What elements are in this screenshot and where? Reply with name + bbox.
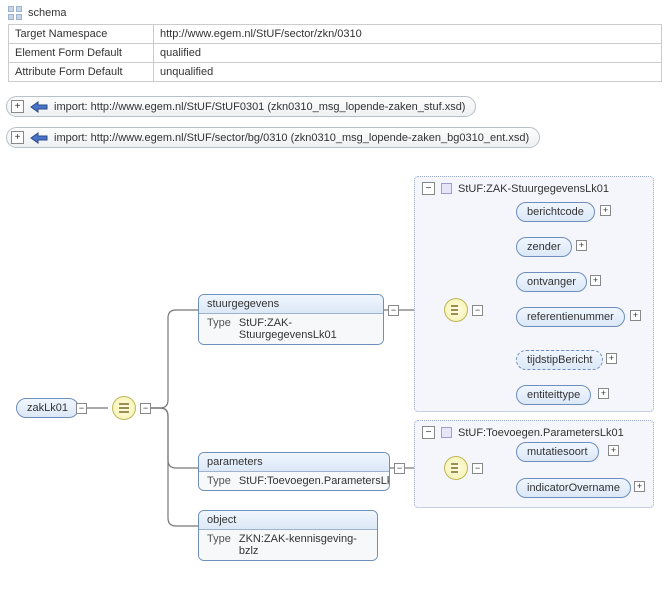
complextype-icon — [441, 183, 452, 194]
element-tijdstipbericht[interactable]: tijdstipBericht — [516, 350, 603, 370]
element-referentienummer[interactable]: referentienummer — [516, 307, 625, 327]
sequence-gate[interactable] — [444, 456, 468, 480]
element-berichtcode[interactable]: berichtcode — [516, 202, 595, 222]
import-row[interactable]: + import: http://www.egem.nl/StUF/sector… — [6, 127, 540, 148]
element-object[interactable]: object Type ZKN:ZAK-kennisgeving-bzlz — [198, 510, 378, 561]
element-stuurgegevens[interactable]: stuurgegevens Type StUF:ZAK-Stuurgegevens… — [198, 294, 384, 345]
schema-icon — [8, 6, 22, 20]
type-group-title: StUF:ZAK-StuurgegevensLk01 — [458, 183, 609, 195]
import-text: import: http://www.egem.nl/StUF/StUF0301… — [54, 101, 465, 113]
schema-meta-table: Target Namespacehttp://www.egem.nl/StUF/… — [8, 24, 662, 82]
expand-icon[interactable]: + — [600, 205, 611, 216]
element-zender[interactable]: zender — [516, 237, 572, 257]
type-label: Type — [207, 475, 231, 487]
expand-icon[interactable]: + — [606, 353, 617, 364]
type-label: Type — [207, 317, 231, 341]
meta-val: qualified — [154, 44, 662, 63]
table-row: Element Form Defaultqualified — [9, 44, 662, 63]
import-row[interactable]: + import: http://www.egem.nl/StUF/StUF03… — [6, 96, 476, 117]
collapse-icon[interactable]: − — [140, 403, 151, 414]
expand-icon[interactable]: + — [590, 275, 601, 286]
collapse-icon[interactable]: − — [422, 182, 435, 195]
expand-icon[interactable]: + — [598, 388, 609, 399]
type-label: Type — [207, 533, 231, 557]
expand-icon[interactable]: + — [11, 131, 24, 144]
table-row: Target Namespacehttp://www.egem.nl/StUF/… — [9, 25, 662, 44]
expand-icon[interactable]: + — [576, 240, 587, 251]
element-mutatiesoort[interactable]: mutatiesoort — [516, 442, 599, 462]
sequence-gate[interactable] — [112, 396, 136, 420]
element-indicatorovername[interactable]: indicatorOvername — [516, 478, 631, 498]
element-name: parameters — [199, 453, 389, 472]
meta-key: Target Namespace — [9, 25, 154, 44]
root-element[interactable]: zakLk01 — [16, 398, 79, 418]
import-arrow-icon — [30, 101, 48, 113]
type-group-header[interactable]: − StUF:ZAK-StuurgegevensLk01 — [422, 182, 609, 195]
element-entiteittype[interactable]: entiteittype — [516, 385, 591, 405]
sequence-gate[interactable] — [444, 298, 468, 322]
element-parameters[interactable]: parameters Type StUF:Toevoegen.Parameters… — [198, 452, 390, 491]
type-value: StUF:ZAK-StuurgegevensLk01 — [239, 317, 375, 341]
meta-key: Element Form Default — [9, 44, 154, 63]
expand-icon[interactable]: + — [634, 481, 645, 492]
table-row: Attribute Form Defaultunqualified — [9, 63, 662, 82]
meta-val: unqualified — [154, 63, 662, 82]
collapse-icon[interactable]: − — [394, 463, 405, 474]
collapse-icon[interactable]: − — [422, 426, 435, 439]
import-arrow-icon — [30, 132, 48, 144]
collapse-icon[interactable]: − — [76, 403, 87, 414]
element-name: stuurgegevens — [199, 295, 383, 314]
expand-icon[interactable]: + — [11, 100, 24, 113]
element-ontvanger[interactable]: ontvanger — [516, 272, 587, 292]
schema-title: schema — [28, 7, 67, 19]
meta-key: Attribute Form Default — [9, 63, 154, 82]
element-name: object — [199, 511, 377, 530]
type-value: StUF:Toevoegen.ParametersLk01 — [239, 475, 390, 487]
meta-val: http://www.egem.nl/StUF/sector/zkn/0310 — [154, 25, 662, 44]
type-value: ZKN:ZAK-kennisgeving-bzlz — [239, 533, 369, 557]
collapse-icon[interactable]: − — [472, 305, 483, 316]
expand-icon[interactable]: + — [630, 310, 641, 321]
type-group-header[interactable]: − StUF:Toevoegen.ParametersLk01 — [422, 426, 624, 439]
schema-header: schema — [8, 4, 662, 24]
collapse-icon[interactable]: − — [388, 305, 399, 316]
collapse-icon[interactable]: − — [472, 463, 483, 474]
type-group-title: StUF:Toevoegen.ParametersLk01 — [458, 427, 624, 439]
complextype-icon — [441, 427, 452, 438]
import-text: import: http://www.egem.nl/StUF/sector/b… — [54, 132, 529, 144]
expand-icon[interactable]: + — [608, 445, 619, 456]
root-label: zakLk01 — [27, 402, 68, 414]
